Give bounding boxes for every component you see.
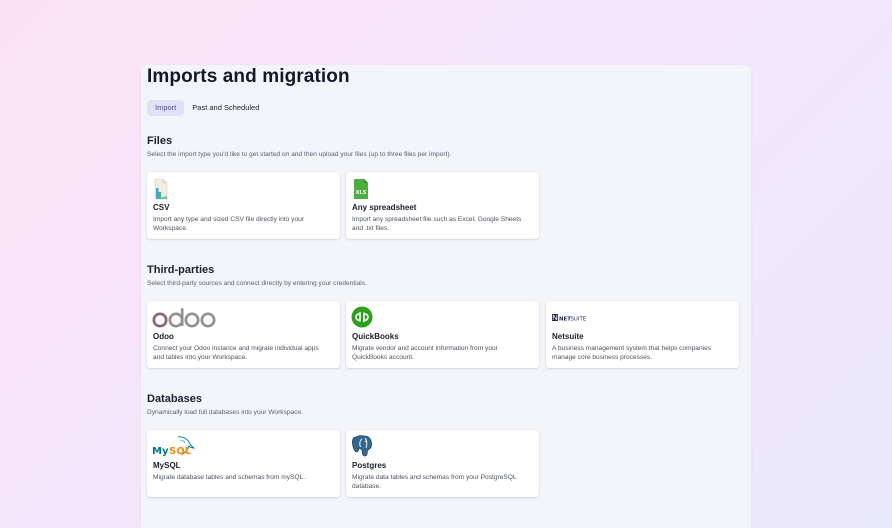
postgres-card[interactable]: Postgres Migrate data tables and schemas… — [346, 430, 539, 497]
quickbooks-card-title: QuickBooks — [352, 332, 399, 341]
svg-text:SQL: SQL — [169, 446, 192, 457]
odoo-logo — [152, 308, 218, 330]
tab-past-and-scheduled[interactable]: Past and Scheduled — [184, 100, 267, 116]
odoo-card-title: Odoo — [153, 332, 174, 341]
svg-text:XLS: XLS — [356, 190, 367, 196]
csv-card-title: CSV — [153, 203, 170, 212]
files-section-description: Select the import type you'd like to get… — [147, 151, 452, 158]
quickbooks-card[interactable]: QuickBooks Migrate vendor and account in… — [346, 301, 539, 368]
svg-text:My: My — [152, 446, 169, 457]
csv-card-description: Import any type and sized CSV file direc… — [153, 216, 304, 232]
spreadsheet-card[interactable]: XLS Any spreadsheet Import any spreadshe… — [346, 172, 539, 239]
imports-panel: Imports and migration Import Past and Sc… — [141, 65, 751, 528]
postgres-card-description: Migrate data tables and schemas from you… — [352, 474, 517, 490]
tab-bar: Import Past and Scheduled — [147, 100, 267, 116]
mysql-logo: My SQL — [152, 434, 196, 457]
svg-text:SUITE: SUITE — [571, 317, 587, 323]
netsuite-logo: NET SUITE — [552, 311, 592, 333]
netsuite-card-title: Netsuite — [552, 332, 584, 341]
netsuite-card[interactable]: NET SUITE Netsuite A business management… — [546, 301, 739, 368]
tab-import[interactable]: Import — [147, 100, 185, 116]
spreadsheet-card-title: Any spreadsheet — [352, 203, 417, 212]
quickbooks-logo — [351, 306, 373, 328]
third-parties-section-title: Third-parties — [147, 264, 215, 276]
spreadsheet-xls-icon: XLS — [352, 178, 370, 200]
postgres-elephant-icon — [351, 434, 373, 457]
quickbooks-card-description: Migrate vendor and account information f… — [352, 345, 498, 361]
svg-text:NET: NET — [559, 317, 571, 323]
page-title: Imports and migration — [147, 66, 350, 87]
spreadsheet-card-description: Import any spreadsheet file such as Exce… — [352, 216, 522, 232]
mysql-card[interactable]: My SQL MySQL Migrate database tables and… — [147, 430, 340, 497]
csv-card[interactable]: CSV Import any type and sized CSV file d… — [147, 172, 340, 239]
odoo-card-description: Connect your Odoo instance and migrate i… — [153, 345, 319, 361]
mysql-card-description: Migrate database tables and schemas from… — [153, 474, 306, 481]
netsuite-card-description: A business management system that helps … — [552, 345, 712, 361]
databases-section-description: Dynamically load full databases into you… — [147, 409, 304, 416]
mysql-card-title: MySQL — [153, 461, 181, 470]
third-parties-section-description: Select third-party sources and connect d… — [147, 280, 367, 287]
csv-file-icon — [153, 178, 169, 200]
databases-section-title: Databases — [147, 393, 203, 405]
files-section-title: Files — [147, 135, 173, 147]
odoo-card[interactable]: Odoo Connect your Odoo instance and migr… — [147, 301, 340, 368]
postgres-card-title: Postgres — [352, 461, 387, 470]
